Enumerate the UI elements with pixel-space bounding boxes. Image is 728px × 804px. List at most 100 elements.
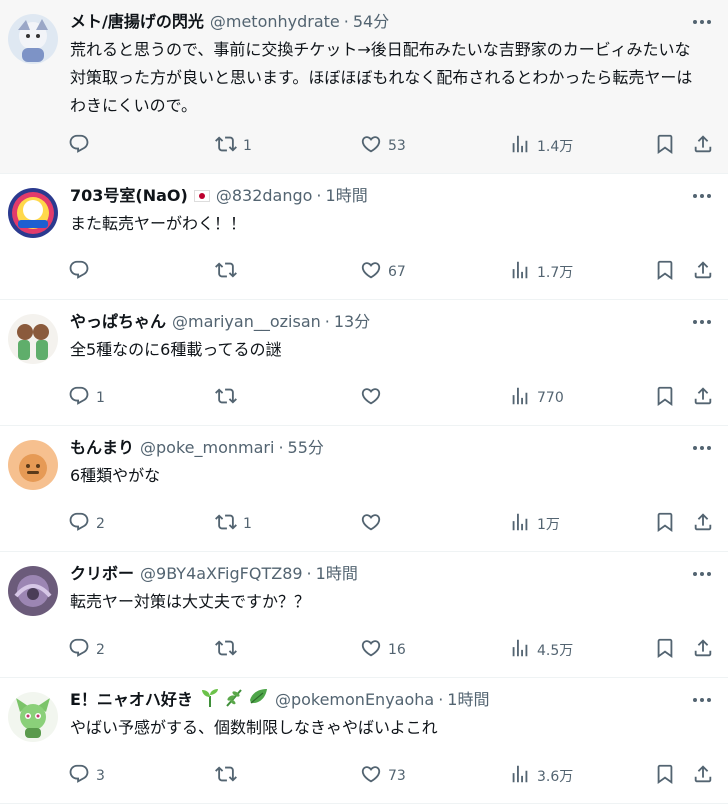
more-icon[interactable] bbox=[690, 562, 714, 586]
bookmark-button[interactable] bbox=[654, 130, 676, 162]
views-icon bbox=[509, 511, 531, 537]
user-handle[interactable]: @9BY4aXFigFQTZ89 bbox=[140, 562, 303, 586]
repost-button[interactable] bbox=[215, 634, 243, 666]
bookmark-icon bbox=[654, 511, 676, 537]
share-icon bbox=[692, 259, 714, 285]
user-handle[interactable]: @poke_monmari bbox=[140, 436, 274, 460]
reply-button[interactable] bbox=[68, 256, 96, 288]
views-button[interactable]: 1.4万 bbox=[509, 130, 573, 162]
timestamp[interactable]: 1時間 bbox=[326, 184, 368, 208]
share-button[interactable] bbox=[692, 130, 714, 162]
like-button[interactable]: 73 bbox=[360, 760, 406, 792]
like-button[interactable]: 67 bbox=[360, 256, 406, 288]
reply-count: 2 bbox=[96, 516, 105, 532]
reply-button[interactable]: 2 bbox=[68, 508, 105, 540]
name-emojis bbox=[199, 686, 269, 715]
tweet[interactable]: クリボー @9BY4aXFigFQTZ89 · 1時間 転売ヤー対策は大丈夫です… bbox=[0, 552, 728, 678]
more-icon[interactable] bbox=[690, 688, 714, 712]
reply-button[interactable]: 2 bbox=[68, 634, 105, 666]
reply-button[interactable]: 1 bbox=[68, 382, 105, 414]
repost-button[interactable]: 1 bbox=[215, 508, 252, 540]
tweet[interactable]: 703号室(NaO) @832dango · 1時間 また転売ヤーがわく！！ 6… bbox=[0, 174, 728, 300]
views-button[interactable]: 4.5万 bbox=[509, 634, 573, 666]
share-button[interactable] bbox=[692, 256, 714, 288]
bookmark-button[interactable] bbox=[654, 382, 676, 414]
display-name[interactable]: メト/唐揚げの閃光 bbox=[70, 10, 204, 34]
tweet[interactable]: E！ニャオハ好き @pokemonEnyaoha · 1時間 やばい予感がする、… bbox=[0, 678, 728, 804]
views-icon bbox=[509, 259, 531, 285]
bookmark-icon bbox=[654, 133, 676, 159]
avatar[interactable] bbox=[8, 188, 58, 238]
tweet[interactable]: やっぱちゃん @mariyan__ozisan · 13分 全5種なのに6種載っ… bbox=[0, 300, 728, 426]
repost-icon bbox=[215, 763, 237, 789]
more-icon[interactable] bbox=[690, 436, 714, 460]
tweet[interactable]: もんまり @poke_monmari · 55分 6種類やがな 2 1 1万 bbox=[0, 426, 728, 552]
like-icon bbox=[360, 385, 382, 411]
avatar[interactable] bbox=[8, 14, 58, 64]
action-bar: 1 53 1.4万 bbox=[58, 130, 728, 162]
display-name[interactable]: もんまり bbox=[70, 436, 134, 460]
repost-button[interactable] bbox=[215, 760, 243, 792]
action-bar: 67 1.7万 bbox=[58, 256, 728, 288]
tweet[interactable]: メト/唐揚げの閃光 @metonhydrate · 54分 荒れると思うので、事… bbox=[0, 0, 728, 174]
avatar[interactable] bbox=[8, 314, 58, 364]
share-button[interactable] bbox=[692, 634, 714, 666]
views-count: 1.4万 bbox=[537, 139, 574, 155]
bookmark-button[interactable] bbox=[654, 634, 676, 666]
avatar[interactable] bbox=[8, 440, 58, 490]
user-handle[interactable]: @832dango bbox=[216, 184, 313, 208]
timestamp[interactable]: 1時間 bbox=[447, 688, 489, 712]
share-icon bbox=[692, 385, 714, 411]
more-icon[interactable] bbox=[690, 10, 714, 34]
share-button[interactable] bbox=[692, 760, 714, 792]
repost-button[interactable]: 1 bbox=[215, 130, 252, 162]
repost-button[interactable] bbox=[215, 382, 243, 414]
tweet-text: 転売ヤー対策は大丈夫ですか？？ bbox=[70, 592, 311, 611]
repost-button[interactable] bbox=[215, 256, 243, 288]
user-handle[interactable]: @mariyan__ozisan bbox=[172, 310, 321, 334]
reply-count: 1 bbox=[96, 390, 105, 406]
share-button[interactable] bbox=[692, 508, 714, 540]
views-count: 3.6万 bbox=[537, 769, 574, 785]
like-button[interactable]: 16 bbox=[360, 634, 406, 666]
action-bar: 1 770 bbox=[58, 382, 728, 414]
reply-icon bbox=[68, 385, 90, 411]
display-name[interactable]: やっぱちゃん bbox=[70, 310, 166, 334]
avatar[interactable] bbox=[8, 692, 58, 742]
like-button[interactable] bbox=[360, 508, 388, 540]
bookmark-icon bbox=[654, 385, 676, 411]
repost-icon bbox=[215, 259, 237, 285]
timestamp[interactable]: 54分 bbox=[353, 10, 389, 34]
separator-dot: · bbox=[306, 564, 312, 583]
bookmark-button[interactable] bbox=[654, 256, 676, 288]
reply-icon bbox=[68, 133, 90, 159]
views-button[interactable]: 770 bbox=[509, 382, 564, 414]
reply-button[interactable]: 3 bbox=[68, 760, 105, 792]
timestamp[interactable]: 13分 bbox=[334, 310, 370, 334]
share-button[interactable] bbox=[692, 382, 714, 414]
reply-icon bbox=[68, 637, 90, 663]
bookmark-button[interactable] bbox=[654, 508, 676, 540]
timestamp[interactable]: 1時間 bbox=[316, 562, 358, 586]
display-name[interactable]: クリボー bbox=[70, 562, 134, 586]
views-button[interactable]: 1.7万 bbox=[509, 256, 573, 288]
views-count: 1.7万 bbox=[537, 265, 574, 281]
like-button[interactable] bbox=[360, 382, 388, 414]
more-icon[interactable] bbox=[690, 184, 714, 208]
user-handle[interactable]: @metonhydrate bbox=[210, 10, 340, 34]
views-count: 770 bbox=[537, 390, 564, 406]
user-handle[interactable]: @pokemonEnyaoha bbox=[275, 688, 434, 712]
views-button[interactable]: 1万 bbox=[509, 508, 560, 540]
share-icon bbox=[692, 637, 714, 663]
bookmark-button[interactable] bbox=[654, 760, 676, 792]
reply-button[interactable] bbox=[68, 130, 96, 162]
views-button[interactable]: 3.6万 bbox=[509, 760, 573, 792]
display-name[interactable]: 703号室(NaO) bbox=[70, 184, 188, 208]
display-name[interactable]: E！ニャオハ好き bbox=[70, 688, 193, 712]
share-icon bbox=[692, 763, 714, 789]
avatar[interactable] bbox=[8, 566, 58, 616]
like-button[interactable]: 53 bbox=[360, 130, 406, 162]
more-icon[interactable] bbox=[690, 310, 714, 334]
timestamp[interactable]: 55分 bbox=[288, 436, 324, 460]
like-icon bbox=[360, 637, 382, 663]
